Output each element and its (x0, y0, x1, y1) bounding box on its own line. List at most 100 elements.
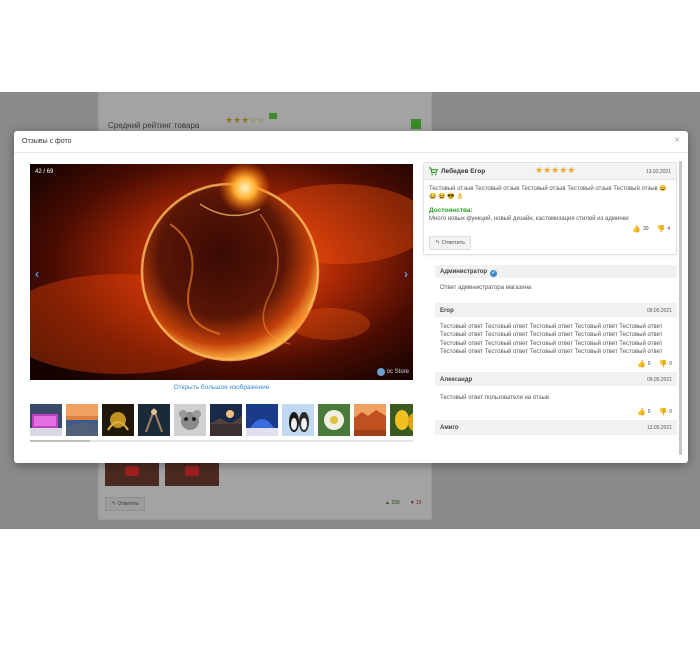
like-count: 0 (647, 360, 651, 367)
photo-reviews-modal: Отзывы с фото × 42 / 69 ‹ › oc Store Отк… (14, 131, 688, 463)
thumbnail-image[interactable] (66, 404, 98, 436)
average-rating-label: Средний рейтинг товара (108, 121, 200, 130)
background-like-count: 399 (391, 500, 400, 506)
reply-label: Ответить (441, 240, 466, 246)
answer-item: Александр 09.05.2021 Тестовый ответ поль… (435, 372, 677, 421)
rating-bar (269, 113, 277, 119)
close-icon[interactable]: × (674, 136, 680, 146)
like-button[interactable]: 👍 0 (637, 408, 651, 416)
answer-header: Амиго 13.05.2021 (435, 421, 677, 434)
dislike-count: 4 (667, 226, 670, 232)
background-dislike-count: 16 (416, 500, 422, 506)
video-thumbnail[interactable] (165, 462, 219, 486)
answer-author: Александр (440, 376, 473, 383)
dislike-button[interactable]: 👎 4 (657, 225, 671, 233)
thumbnail-scrollbar-thumb[interactable] (30, 440, 90, 442)
reply-icon: ↰ (111, 501, 116, 507)
thumbnail-image[interactable] (30, 404, 62, 436)
answer-author: Администратор ✓ (440, 269, 498, 277)
thumbnail-image[interactable] (210, 404, 242, 436)
chevron-right-icon[interactable]: › (404, 268, 408, 280)
answer-text: Тестовый ответ Тестовый ответ Тестовый о… (440, 323, 663, 356)
thumbnail-image[interactable] (318, 404, 350, 436)
answer-item: Администратор ✓ Ответ администратора мага… (435, 265, 677, 304)
open-large-image-link[interactable]: Открыть большое изображение (30, 384, 413, 391)
answer-author: Амиго (440, 425, 459, 431)
answer-text: Тестовый ответ пользователя на отзыв (440, 394, 550, 401)
thumbs-down-icon: 👎 (658, 360, 668, 368)
verified-icon: ✓ (490, 270, 498, 277)
dislike-count: 0 (669, 360, 672, 367)
background-dislike[interactable]: ▼ 16 (410, 500, 422, 506)
pros-label: Достоинства: (429, 207, 473, 214)
play-icon (185, 466, 199, 476)
modal-header: Отзывы с фото × (14, 131, 688, 153)
answer-votes: 👍 0 👎 0 (435, 360, 677, 372)
answer-item: Егор 09.05.2021 Тестовый ответ Тестовый … (435, 303, 677, 373)
like-button[interactable]: 👍 30 (632, 225, 648, 233)
thumbnail-image[interactable] (354, 404, 386, 436)
store-logo-icon (376, 368, 385, 376)
reply-icon: ↰ (435, 240, 440, 246)
review-panel: Лебедев Егор ★★★★★ 13.03.2021 Тестовый о… (423, 162, 685, 456)
review-author: Лебедев Егор (441, 168, 486, 175)
background-stars: ★★★☆☆ (225, 115, 266, 125)
rating-stars: ★★★★★ (535, 165, 576, 175)
answer-date: 09.05.2021 (646, 307, 672, 314)
dislike-button[interactable]: 👎 0 (659, 408, 673, 416)
review-panel-scrollbar[interactable] (679, 158, 683, 458)
thumbs-down-icon: 👎 (658, 409, 668, 416)
thumbnail-image[interactable] (282, 404, 314, 436)
thumbnail-image[interactable] (102, 404, 134, 436)
play-icon (125, 466, 139, 476)
review-photo (30, 164, 413, 380)
thumbs-up-icon: 👍 (637, 409, 646, 416)
review-votes: 👍 30 👎 4 (632, 225, 670, 233)
answer-text: Ответ администратора магазина (440, 285, 532, 291)
reply-button[interactable]: ↰ Ответить (429, 236, 472, 250)
background-video-thumbs (105, 462, 219, 486)
thumbnail-image[interactable] (246, 404, 278, 436)
answer-date: 09.05.2021 (646, 376, 672, 383)
photo-counter: 42 / 69 (35, 169, 54, 175)
review-panel-scrollbar-thumb[interactable] (679, 161, 682, 455)
review-card: Лебедев Егор ★★★★★ 13.03.2021 Тестовый о… (423, 162, 677, 255)
background-reply-button[interactable]: ↰ Ответить (105, 497, 145, 511)
thumbs-up-icon: 👍 (632, 226, 641, 233)
chevron-left-icon[interactable]: ‹ (35, 268, 39, 280)
background-like[interactable]: ▲ 399 (385, 500, 400, 506)
thumbs-up-icon: 👍 (637, 360, 646, 368)
review-answers: Администратор ✓ Ответ администратора мага… (435, 265, 677, 456)
answer-date: 13.05.2021 (646, 425, 672, 431)
answer-author: Егор (440, 307, 454, 314)
rating-bar-badge (411, 119, 421, 129)
answer-header: Александр 09.05.2021 (435, 372, 677, 386)
thumbs-down-icon: 👎 (656, 226, 666, 233)
like-count: 0 (647, 409, 651, 415)
modal-title: Отзывы с фото (22, 138, 72, 145)
review-text: Тестовый отзыв Тестовый отзыв Тестовый о… (429, 186, 667, 200)
store-watermark: oc Store (376, 368, 409, 376)
answer-item: Амиго 13.05.2021 (435, 421, 677, 435)
background-votes: ▲ 399 ▼ 16 (385, 500, 422, 506)
thumbnail-image[interactable] (390, 404, 413, 436)
like-button[interactable]: 👍 0 (637, 360, 651, 368)
watermark-text: oc Store (386, 369, 409, 375)
thumbnail-image[interactable] (174, 404, 206, 436)
thumbnail-scrollbar[interactable] (30, 440, 413, 442)
photo-viewer[interactable]: 42 / 69 ‹ › oc Store (30, 164, 413, 380)
review-date: 13.03.2021 (645, 169, 671, 175)
thumbnail-image[interactable] (138, 404, 170, 436)
pros-text: Много новых функций, новый дизайн, касто… (429, 216, 629, 222)
dislike-count: 0 (669, 409, 672, 415)
thumbnail-strip (30, 404, 413, 437)
like-count: 30 (642, 226, 649, 232)
background-reply-label: Ответить (117, 501, 139, 507)
answer-header: Администратор ✓ (435, 265, 677, 278)
video-thumbnail[interactable] (105, 462, 159, 486)
answer-author-name: Администратор (440, 269, 488, 275)
review-header: Лебедев Егор ★★★★★ 13.03.2021 (424, 163, 676, 180)
answer-header: Егор 09.05.2021 (435, 303, 677, 317)
answer-votes: 👍 0 👎 0 (435, 408, 677, 420)
dislike-button[interactable]: 👎 0 (659, 360, 673, 368)
